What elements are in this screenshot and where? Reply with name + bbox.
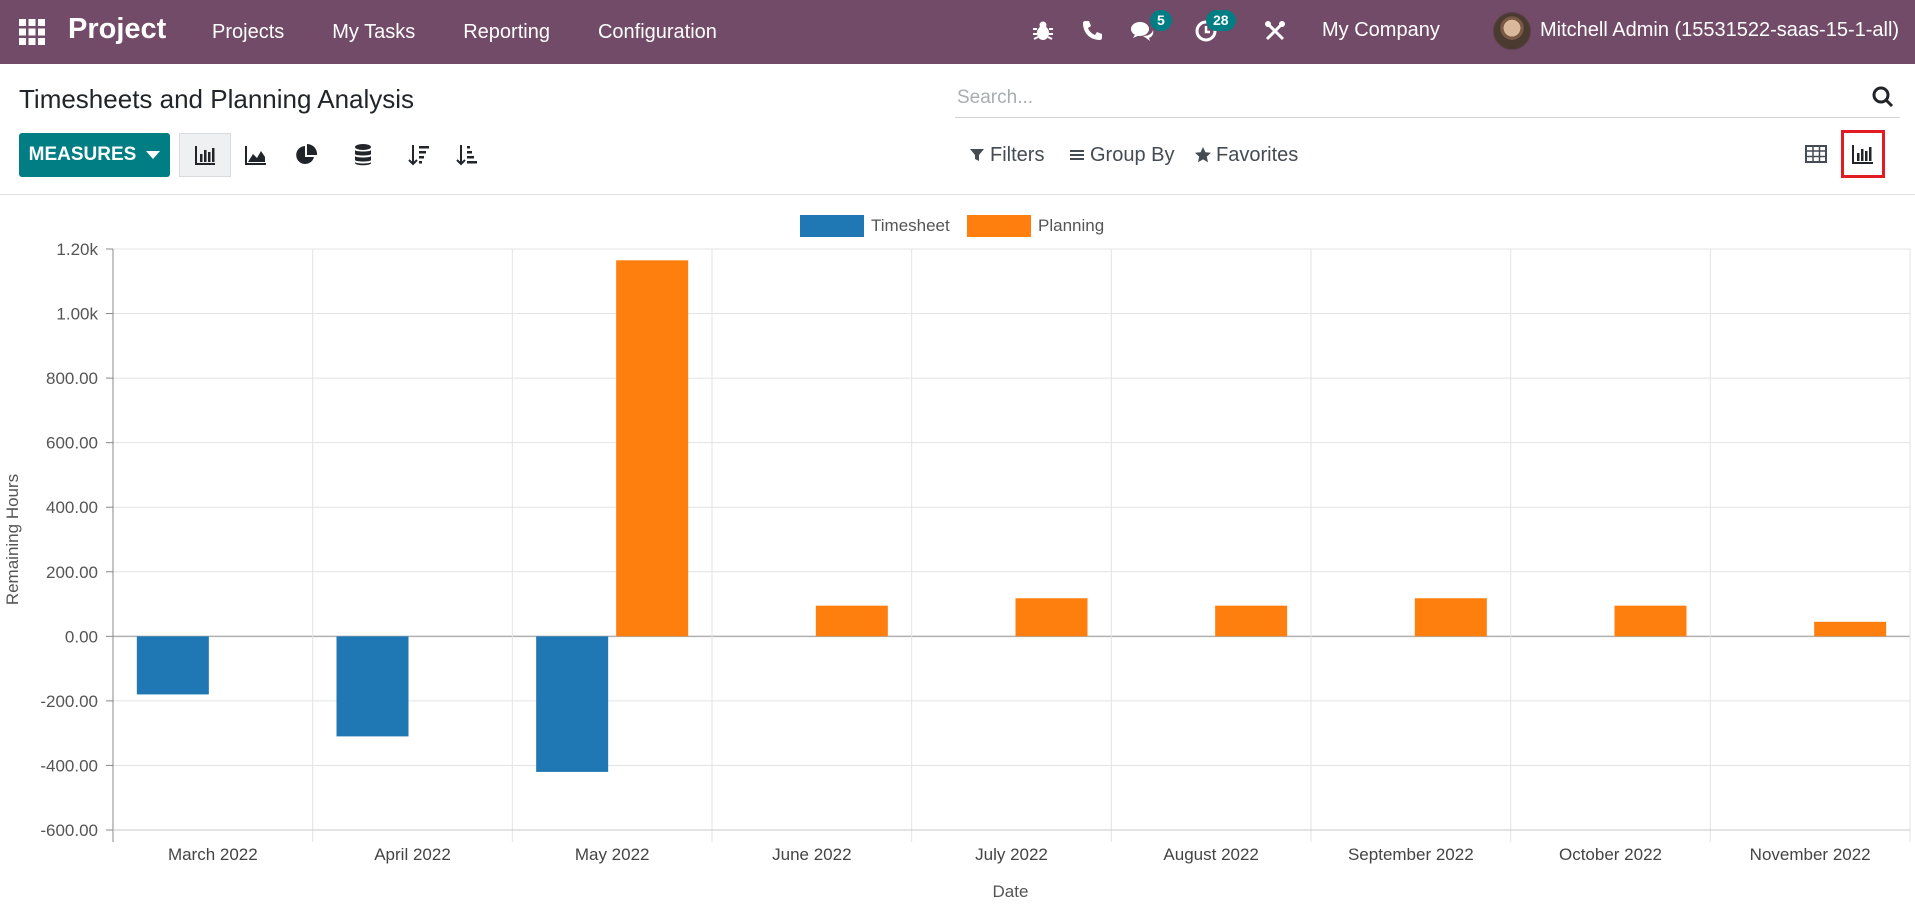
ascending-button[interactable]: [442, 133, 494, 177]
y-tick-label: -600.00: [40, 821, 98, 840]
stacked-button[interactable]: [337, 133, 389, 177]
table-icon: [1805, 145, 1827, 163]
x-tick-label: June 2022: [772, 845, 851, 864]
y-tick-label: 200.00: [46, 563, 98, 582]
activities-badge: 28: [1206, 10, 1236, 31]
y-tick-label: 1.00k: [56, 305, 98, 324]
bar-planning: [1614, 605, 1687, 637]
bar-chart-view-icon: [1852, 145, 1873, 164]
control-panel-divider: [0, 194, 1915, 195]
menu-item-projects[interactable]: Projects: [212, 21, 284, 44]
sort-descending-icon: [408, 145, 429, 166]
filters-label: Filters: [990, 143, 1045, 166]
star-icon: [1195, 147, 1211, 163]
apps-icon[interactable]: [18, 18, 46, 46]
measures-button[interactable]: MEASURES: [19, 133, 170, 177]
page-title: Timesheets and Planning Analysis: [19, 84, 415, 114]
caret-down-icon: [146, 151, 161, 159]
avatar[interactable]: [1493, 12, 1531, 50]
bar-chart: -600.00 -400.00 -200.00 0.00 200.00 400.00 600…: [3, 215, 1911, 901]
bar-timesheet: [136, 636, 209, 695]
line-chart-mode-button[interactable]: [230, 133, 282, 177]
legend-label-timesheet: Timesheet: [871, 216, 950, 235]
database-icon: [355, 144, 371, 166]
graph-view-button[interactable]: [1841, 130, 1885, 178]
bar-chart-mode-button[interactable]: [179, 133, 231, 177]
company-switcher[interactable]: My Company: [1322, 19, 1440, 42]
pivot-view-button[interactable]: [1794, 130, 1838, 178]
search-bar: [955, 80, 1900, 118]
bar-chart-icon: [195, 146, 215, 165]
y-tick-label: 0.00: [65, 627, 98, 646]
menu-item-configuration[interactable]: Configuration: [598, 21, 717, 44]
graph-chart: -600.00 -400.00 -200.00 0.00 200.00 400.00 600…: [0, 200, 1915, 905]
user-menu[interactable]: Mitchell Admin (15531522-saas-15-1-all): [1540, 19, 1899, 42]
x-axis-title: Date: [993, 882, 1029, 901]
y-tick-label: 400.00: [46, 498, 98, 517]
bug-icon[interactable]: [1030, 18, 1056, 44]
filters-toggle[interactable]: Filters: [968, 133, 1044, 177]
app-brand[interactable]: Project: [68, 13, 166, 46]
y-tick-label: 1.20k: [56, 240, 98, 259]
filter-icon: [970, 149, 984, 161]
main-menu: Projects My Tasks Reporting Configuratio…: [212, 0, 765, 64]
bar-timesheet: [536, 636, 609, 772]
bar-planning: [616, 260, 689, 637]
bar-planning: [1015, 598, 1088, 637]
bar-planning: [1215, 605, 1288, 637]
phone-icon[interactable]: [1079, 18, 1105, 44]
legend-swatch-planning: [967, 215, 1031, 237]
x-tick-label: April 2022: [374, 845, 451, 864]
descending-button[interactable]: [394, 133, 446, 177]
legend-swatch-timesheet: [800, 215, 864, 237]
legend-label-planning: Planning: [1038, 216, 1104, 235]
favorites-label: Favorites: [1216, 143, 1299, 166]
x-tick-label: March 2022: [168, 845, 258, 864]
x-tick-label: May 2022: [575, 845, 650, 864]
search-input[interactable]: [957, 84, 1817, 112]
favorites-toggle[interactable]: Favorites: [1194, 133, 1298, 177]
bar-planning: [815, 605, 888, 637]
search-icon[interactable]: [1870, 84, 1896, 110]
x-tick-label: November 2022: [1750, 845, 1871, 864]
measures-label: MEASURES: [28, 144, 137, 165]
sort-ascending-icon: [456, 145, 477, 166]
y-tick-label: 800.00: [46, 369, 98, 388]
x-tick-label: September 2022: [1348, 845, 1474, 864]
y-tick-label: 600.00: [46, 434, 98, 453]
x-tick-label: October 2022: [1559, 845, 1662, 864]
menu-item-reporting[interactable]: Reporting: [463, 21, 550, 44]
bar-planning: [1414, 598, 1487, 637]
messages-badge: 5: [1150, 10, 1172, 31]
tools-icon[interactable]: [1262, 18, 1288, 44]
x-tick-label: July 2022: [975, 845, 1048, 864]
pie-chart-mode-button[interactable]: [280, 133, 332, 177]
bar-planning: [1814, 621, 1887, 637]
group-by-label: Group By: [1090, 143, 1175, 166]
menu-item-my-tasks[interactable]: My Tasks: [332, 21, 415, 44]
bars-icon: [1070, 150, 1084, 160]
area-chart-icon: [245, 146, 266, 165]
y-tick-label: -400.00: [40, 756, 98, 775]
y-axis-title: Remaining Hours: [3, 474, 22, 605]
y-tick-label: -200.00: [40, 692, 98, 711]
x-tick-label: August 2022: [1163, 845, 1258, 864]
group-by-toggle[interactable]: Group By: [1068, 133, 1174, 177]
top-navbar: Project Projects My Tasks Reporting Conf…: [0, 0, 1915, 64]
pie-chart-icon: [296, 143, 318, 164]
bar-timesheet: [336, 636, 409, 737]
